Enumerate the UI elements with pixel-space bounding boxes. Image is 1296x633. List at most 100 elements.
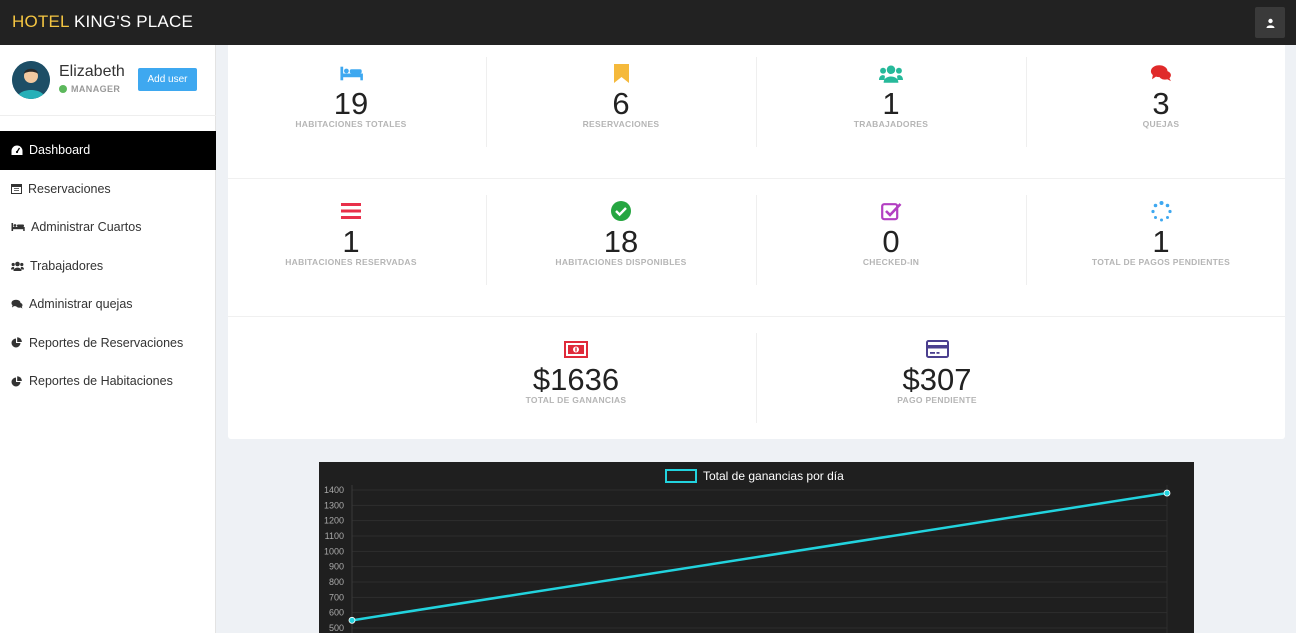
stat-value: 1 bbox=[1152, 224, 1170, 259]
bed-icon bbox=[11, 223, 25, 232]
role-label: MANAGER bbox=[71, 84, 121, 94]
check-square-icon bbox=[880, 202, 901, 220]
calendar-icon bbox=[11, 184, 22, 195]
stat-total-pagos-pendientes: 1 TOTAL DE PAGOS PENDIENTES bbox=[1038, 200, 1284, 267]
sidebar-item-dashboard[interactable]: Dashboard bbox=[0, 131, 216, 170]
column-divider bbox=[756, 333, 757, 423]
y-tick-label: 900 bbox=[329, 562, 344, 572]
sidebar-item-reportes-reservaciones[interactable]: Reportes de Reservaciones bbox=[0, 324, 216, 363]
stat-label: QUEJAS bbox=[1142, 119, 1180, 129]
sidebar-item-trabajadores[interactable]: Trabajadores bbox=[0, 247, 216, 286]
stat-label: PAGO PENDIENTE bbox=[897, 395, 977, 405]
y-tick-label: 700 bbox=[329, 592, 344, 602]
stat-total-ganancias: $1636 TOTAL DE GANANCIAS bbox=[456, 338, 696, 405]
stat-habitaciones-disponibles: 18 HABITACIONES DISPONIBLES bbox=[498, 200, 744, 267]
brand-title[interactable]: HOTEL KING'S PLACE bbox=[12, 12, 193, 32]
stat-label: HABITACIONES DISPONIBLES bbox=[555, 257, 687, 267]
sidebar-item-administrar-quejas[interactable]: Administrar quejas bbox=[0, 285, 216, 324]
column-divider bbox=[1026, 195, 1027, 285]
stat-value: 6 bbox=[612, 86, 630, 121]
earnings-line-chart: 1400 1300 1200 1100 1000 900 800 700 600 500 Total… bbox=[324, 469, 1171, 633]
y-tick-label: 500 bbox=[329, 623, 344, 633]
add-user-button[interactable]: Add user bbox=[138, 68, 197, 91]
stat-label: TOTAL DE PAGOS PENDIENTES bbox=[1091, 257, 1231, 267]
sidebar-menu: Dashboard Reservaciones Administrar Cuar… bbox=[0, 131, 216, 401]
comments-icon bbox=[1150, 65, 1171, 82]
column-divider bbox=[1026, 57, 1027, 147]
bed-icon bbox=[339, 66, 363, 80]
stat-reservaciones: 6 RESERVACIONES bbox=[498, 62, 744, 129]
brand-rest: KING'S PLACE bbox=[69, 12, 193, 31]
stats-panel: 19 HABITACIONES TOTALES 6 RESERVACIONES … bbox=[228, 45, 1285, 439]
stat-trabajadores: 1 TRABAJADORES bbox=[768, 62, 1014, 129]
stat-habitaciones-totales: 19 HABITACIONES TOTALES bbox=[228, 62, 474, 129]
column-divider bbox=[486, 57, 487, 147]
legend-label: Total de ganancias por día bbox=[703, 469, 844, 483]
stat-value: 1 bbox=[342, 224, 360, 259]
list-icon bbox=[341, 203, 361, 219]
stat-value: $307 bbox=[902, 362, 972, 397]
users-icon bbox=[879, 65, 903, 83]
stat-pago-pendiente: $307 PAGO PENDIENTE bbox=[817, 338, 1057, 405]
pie-chart-icon bbox=[11, 337, 22, 348]
user-role: MANAGER bbox=[59, 84, 120, 94]
sidebar: Elizabeth MANAGER Add user Dashboard Res… bbox=[0, 45, 216, 633]
brand-highlight: HOTEL bbox=[12, 12, 70, 31]
stat-label: RESERVACIONES bbox=[582, 119, 660, 129]
sidebar-item-reportes-habitaciones[interactable]: Reportes de Habitaciones bbox=[0, 362, 216, 401]
y-tick-label: 600 bbox=[329, 608, 344, 618]
user-menu-button[interactable] bbox=[1255, 7, 1285, 38]
row-divider bbox=[228, 178, 1285, 179]
credit-card-icon bbox=[925, 340, 949, 358]
stat-value: 3 bbox=[1152, 86, 1170, 121]
y-tick-label: 1200 bbox=[324, 516, 344, 526]
profile-card: Elizabeth MANAGER Add user bbox=[0, 45, 216, 116]
top-navbar: HOTEL KING'S PLACE bbox=[0, 0, 1296, 45]
stat-label: HABITACIONES RESERVADAS bbox=[285, 257, 417, 267]
user-icon bbox=[1266, 18, 1274, 28]
stat-label: TRABAJADORES bbox=[853, 119, 929, 129]
avatar bbox=[12, 61, 50, 99]
spinner-icon bbox=[1150, 200, 1172, 221]
sidebar-item-reservaciones[interactable]: Reservaciones bbox=[0, 170, 216, 209]
stat-label: TOTAL DE GANANCIAS bbox=[525, 395, 627, 405]
legend-swatch bbox=[665, 469, 697, 483]
earnings-chart: 1400 1300 1200 1100 1000 900 800 700 600 500 Total… bbox=[319, 462, 1194, 633]
comments-icon bbox=[11, 299, 23, 309]
sidebar-item-label: Dashboard bbox=[29, 143, 91, 158]
stat-value: 18 bbox=[603, 224, 639, 259]
column-divider bbox=[486, 195, 487, 285]
dashboard-icon bbox=[11, 145, 23, 155]
stat-value: $1636 bbox=[532, 362, 620, 397]
money-icon bbox=[564, 340, 588, 358]
y-tick-label: 1100 bbox=[325, 531, 344, 541]
stat-label: HABITACIONES TOTALES bbox=[295, 119, 407, 129]
row-divider bbox=[228, 316, 1285, 317]
user-name: Elizabeth bbox=[59, 63, 125, 80]
sidebar-item-label: Administrar Cuartos bbox=[31, 220, 142, 235]
stat-habitaciones-reservadas: 1 HABITACIONES RESERVADAS bbox=[228, 200, 474, 267]
stat-value: 1 bbox=[882, 86, 900, 121]
users-icon bbox=[11, 261, 24, 271]
sidebar-item-label: Reservaciones bbox=[28, 181, 111, 196]
sidebar-item-label: Administrar quejas bbox=[29, 297, 133, 312]
series-line bbox=[351, 491, 1168, 622]
y-tick-label: 1400 bbox=[324, 485, 344, 495]
bookmark-icon bbox=[613, 63, 629, 83]
stat-checked-in: 0 CHECKED-IN bbox=[768, 200, 1014, 267]
check-circle-icon bbox=[611, 201, 631, 221]
y-tick-label: 1000 bbox=[324, 546, 344, 556]
sidebar-item-label: Reportes de Habitaciones bbox=[29, 374, 173, 389]
stat-quejas: 3 QUEJAS bbox=[1038, 62, 1284, 129]
y-tick-label: 1300 bbox=[324, 500, 344, 510]
y-tick-label: 800 bbox=[329, 577, 344, 587]
sidebar-item-administrar-cuartos[interactable]: Administrar Cuartos bbox=[0, 208, 216, 247]
stat-value: 0 bbox=[882, 224, 900, 259]
data-point bbox=[348, 616, 356, 624]
online-status-dot bbox=[59, 85, 67, 93]
stat-value: 19 bbox=[333, 86, 369, 121]
column-divider bbox=[756, 195, 757, 285]
column-divider bbox=[756, 57, 757, 147]
data-point bbox=[1163, 489, 1171, 497]
stat-label: CHECKED-IN bbox=[862, 257, 920, 267]
